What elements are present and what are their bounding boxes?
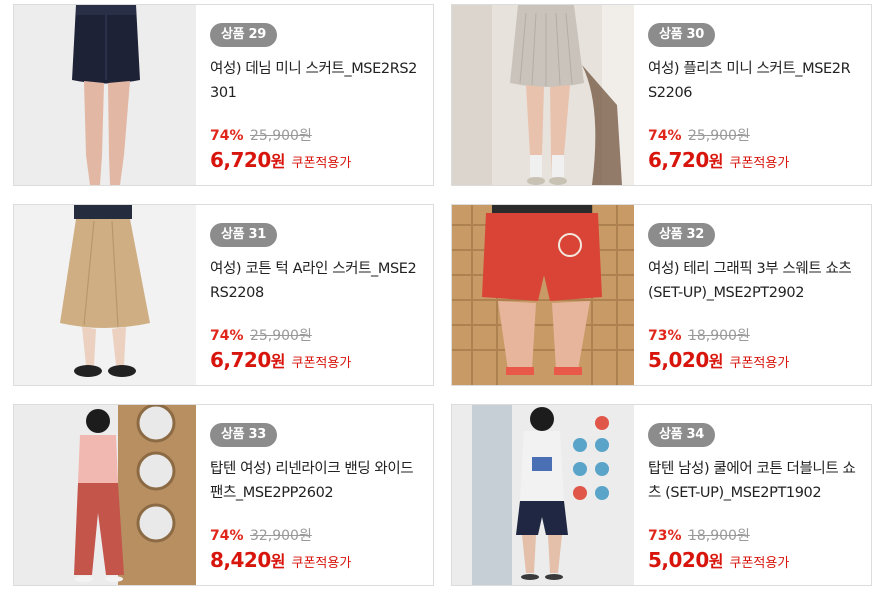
product-image[interactable] [14, 5, 196, 185]
sale-price: 8,420 [210, 548, 271, 572]
coupon-label: 쿠폰적용가 [291, 556, 352, 571]
coupon-label: 쿠폰적용가 [729, 556, 790, 571]
denim-mini-skirt-photo [14, 5, 196, 185]
linen-wide-pants-photo [14, 405, 196, 585]
sale-price: 6,720 [210, 348, 271, 372]
product-card-32[interactable]: 상품 32 여성) 테리 그래픽 3부 스웨트 쇼츠 (SET-UP)_MSE2… [451, 204, 872, 386]
product-title[interactable]: 탑텐 여성) 리넨라이크 밴딩 와이드 팬츠_MSE2PP2602 [210, 457, 421, 505]
product-card-31[interactable]: 상품 31 여성) 코튼 턱 A라인 스커트_MSE2RS2208 74% 25… [13, 204, 434, 386]
original-price: 25,900원 [687, 128, 750, 144]
sale-price: 5,020 [648, 548, 709, 572]
currency-unit: 원 [270, 352, 286, 371]
currency-unit: 원 [270, 152, 286, 171]
discount-rate: 74% [648, 128, 682, 144]
cotton-a-line-skirt-photo [14, 205, 196, 385]
discount-rate: 74% [210, 328, 244, 344]
original-price: 18,900원 [687, 528, 750, 544]
product-title[interactable]: 여성) 코튼 턱 A라인 스커트_MSE2RS2208 [210, 257, 421, 305]
currency-unit: 원 [270, 552, 286, 571]
original-price: 25,900원 [249, 328, 312, 344]
terry-sweat-shorts-photo [452, 205, 634, 385]
currency-unit: 원 [708, 552, 724, 571]
original-price: 32,900원 [249, 528, 312, 544]
product-number-badge: 상품 31 [210, 223, 278, 247]
product-number-badge: 상품 34 [648, 423, 716, 447]
product-title[interactable]: 여성) 테리 그래픽 3부 스웨트 쇼츠 (SET-UP)_MSE2PT2902 [648, 257, 859, 305]
sale-price: 5,020 [648, 348, 709, 372]
product-card-30[interactable]: 상품 30 여성) 플리츠 미니 스커트_MSE2RS2206 74% 25,9… [451, 4, 872, 186]
currency-unit: 원 [708, 352, 724, 371]
product-number-badge: 상품 30 [648, 23, 716, 47]
product-card-29[interactable]: 상품 29 여성) 데님 미니 스커트_MSE2RS2301 74% 25,90… [13, 4, 434, 186]
pleated-mini-skirt-photo [452, 5, 634, 185]
product-number-badge: 상품 32 [648, 223, 716, 247]
coupon-label: 쿠폰적용가 [291, 156, 352, 171]
product-card-33[interactable]: 상품 33 탑텐 여성) 리넨라이크 밴딩 와이드 팬츠_MSE2PP2602 … [13, 404, 434, 586]
currency-unit: 원 [708, 152, 724, 171]
product-image[interactable] [14, 205, 196, 385]
product-title[interactable]: 여성) 데님 미니 스커트_MSE2RS2301 [210, 57, 421, 105]
product-image[interactable] [14, 405, 196, 585]
product-image[interactable] [452, 205, 634, 385]
product-title[interactable]: 여성) 플리츠 미니 스커트_MSE2RS2206 [648, 57, 859, 105]
product-title[interactable]: 탑텐 남성) 쿨에어 코튼 더블니트 쇼츠 (SET-UP)_MSE2PT190… [648, 457, 859, 505]
product-image[interactable] [452, 5, 634, 185]
discount-rate: 74% [210, 528, 244, 544]
discount-rate: 73% [648, 328, 682, 344]
sale-price: 6,720 [210, 148, 271, 172]
product-image[interactable] [452, 405, 634, 585]
original-price: 25,900원 [249, 128, 312, 144]
cool-air-shorts-photo [452, 405, 634, 585]
discount-rate: 74% [210, 128, 244, 144]
sale-price: 6,720 [648, 148, 709, 172]
product-number-badge: 상품 29 [210, 23, 278, 47]
product-number-badge: 상품 33 [210, 423, 278, 447]
coupon-label: 쿠폰적용가 [291, 356, 352, 371]
coupon-label: 쿠폰적용가 [729, 356, 790, 371]
coupon-label: 쿠폰적용가 [729, 156, 790, 171]
original-price: 18,900원 [687, 328, 750, 344]
discount-rate: 73% [648, 528, 682, 544]
product-card-34[interactable]: 상품 34 탑텐 남성) 쿨에어 코튼 더블니트 쇼츠 (SET-UP)_MSE… [451, 404, 872, 586]
